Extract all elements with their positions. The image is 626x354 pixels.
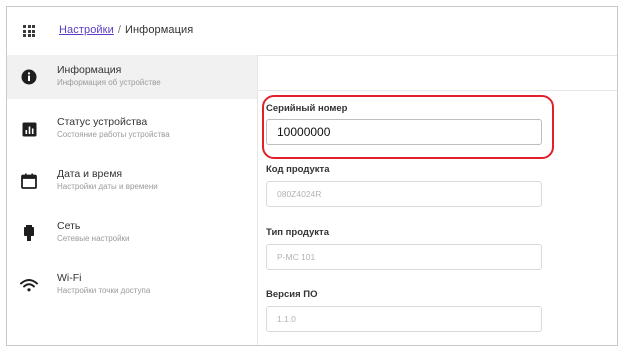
sidebar: Информация Информация об устройстве Стат… [7, 55, 258, 345]
sidebar-item-subtitle: Сетевые настройки [57, 234, 130, 243]
header: Настройки / Информация [7, 7, 617, 56]
product-type-label: Тип продукта [266, 227, 329, 238]
sidebar-item-title: Статус устройства [57, 116, 148, 128]
calendar-icon [20, 172, 38, 190]
breadcrumb-link-settings[interactable]: Настройки [59, 24, 114, 36]
serial-number-label: Серийный номер [266, 103, 348, 114]
wifi-icon [20, 276, 38, 294]
product-type-field[interactable]: P-MC 101 [266, 244, 542, 270]
sidebar-item-wifi[interactable]: Wi-Fi Настройки точки доступа [7, 263, 257, 307]
sidebar-item-title: Wi-Fi [57, 272, 82, 284]
info-icon [20, 68, 38, 86]
product-code-label: Код продукта [266, 164, 330, 175]
firmware-version-field[interactable]: 1.1.0 [266, 306, 542, 332]
breadcrumb-separator: / [117, 24, 121, 36]
sidebar-item-network[interactable]: Сеть Сетевые настройки [7, 211, 257, 255]
sidebar-item-subtitle: Настройки даты и времени [57, 182, 158, 191]
ethernet-icon [20, 224, 38, 242]
app-window: Настройки / Информация Информация Информац… [6, 6, 618, 346]
breadcrumb-current: Информация [125, 24, 194, 36]
chart-icon [20, 120, 38, 138]
firmware-version-label: Версия ПО [266, 289, 318, 300]
grid-icon[interactable] [23, 25, 35, 37]
sidebar-item-title: Сеть [57, 220, 81, 232]
sidebar-item-title: Дата и время [57, 168, 123, 180]
sidebar-item-subtitle: Настройки точки доступа [57, 286, 151, 295]
product-code-field[interactable]: 080Z4024R [266, 181, 542, 207]
breadcrumb: Настройки / Информация [59, 24, 193, 36]
sidebar-item-info[interactable]: Информация Информация об устройстве [7, 55, 257, 99]
sidebar-item-status[interactable]: Статус устройства Состояние работы устро… [7, 107, 257, 151]
serial-number-field[interactable]: 10000000 [266, 119, 542, 145]
sidebar-item-title: Информация [57, 64, 122, 76]
divider [258, 90, 617, 91]
sidebar-item-datetime[interactable]: Дата и время Настройки даты и времени [7, 159, 257, 203]
sidebar-item-subtitle: Состояние работы устройства [57, 130, 170, 139]
sidebar-item-subtitle: Информация об устройстве [57, 78, 161, 87]
info-panel: Серийный номер 10000000 Код продукта 080… [258, 55, 617, 345]
